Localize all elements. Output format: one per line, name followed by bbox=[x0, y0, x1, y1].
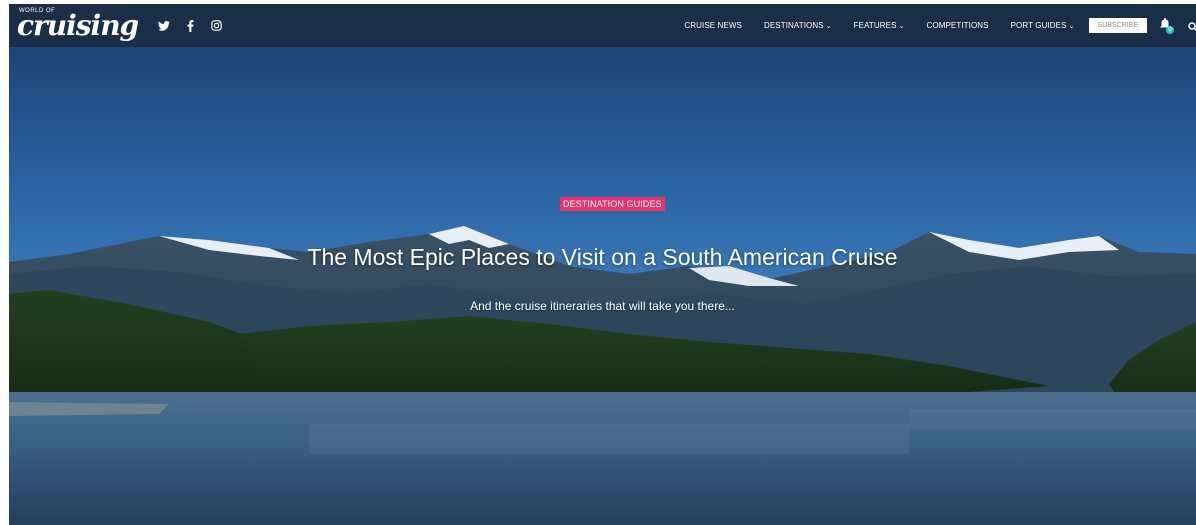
nav-item-label: FEATURES bbox=[853, 21, 897, 30]
nav-item-label: COMPETITIONS bbox=[926, 21, 989, 30]
nav-item-features[interactable]: FEATURES ⌄ bbox=[854, 21, 905, 30]
main-menu: CRUISE NEWS DESTINATIONS ⌄ FEATURES ⌄ CO… bbox=[662, 4, 1174, 47]
nav-item-destinations[interactable]: DESTINATIONS ⌄ bbox=[764, 21, 832, 30]
social-links bbox=[157, 4, 223, 47]
chevron-down-icon: ⌄ bbox=[1068, 22, 1075, 30]
facebook-icon[interactable] bbox=[183, 19, 197, 33]
page-frame: WORLD OF cruising CRUISE NEWS DESTINATIO… bbox=[9, 4, 1196, 525]
nav-item-label: CRUISE NEWS bbox=[684, 21, 742, 30]
notification-bell-icon[interactable]: 0 bbox=[1160, 17, 1174, 34]
article-subtitle: And the cruise itineraries that will tak… bbox=[470, 299, 735, 313]
article-title[interactable]: The Most Epic Places to Visit on a South… bbox=[9, 244, 1196, 271]
category-badge[interactable]: DESTINATION GUIDES bbox=[560, 197, 665, 211]
top-navigation: WORLD OF cruising CRUISE NEWS DESTINATIO… bbox=[9, 4, 1196, 47]
chevron-down-icon: ⌄ bbox=[898, 22, 905, 30]
subscribe-button[interactable]: SUBSCRIBE bbox=[1088, 18, 1147, 33]
site-logo[interactable]: WORLD OF cruising bbox=[17, 6, 139, 44]
nav-item-competitions[interactable]: COMPETITIONS bbox=[927, 21, 989, 30]
nav-item-port-guides[interactable]: PORT GUIDES ⌄ bbox=[1011, 21, 1075, 30]
search-icon[interactable] bbox=[1188, 19, 1196, 32]
chevron-down-icon: ⌄ bbox=[825, 22, 832, 30]
nav-item-label: DESTINATIONS bbox=[763, 21, 824, 30]
nav-item-label: PORT GUIDES bbox=[1010, 21, 1067, 30]
twitter-icon[interactable] bbox=[157, 19, 171, 33]
hero-content: DESTINATION GUIDES The Most Epic Places … bbox=[9, 4, 1196, 525]
instagram-icon[interactable] bbox=[209, 19, 223, 33]
notification-count-badge: 0 bbox=[1166, 25, 1174, 34]
nav-item-cruise-news[interactable]: CRUISE NEWS bbox=[684, 21, 742, 30]
logo-wordmark: cruising bbox=[17, 9, 139, 42]
